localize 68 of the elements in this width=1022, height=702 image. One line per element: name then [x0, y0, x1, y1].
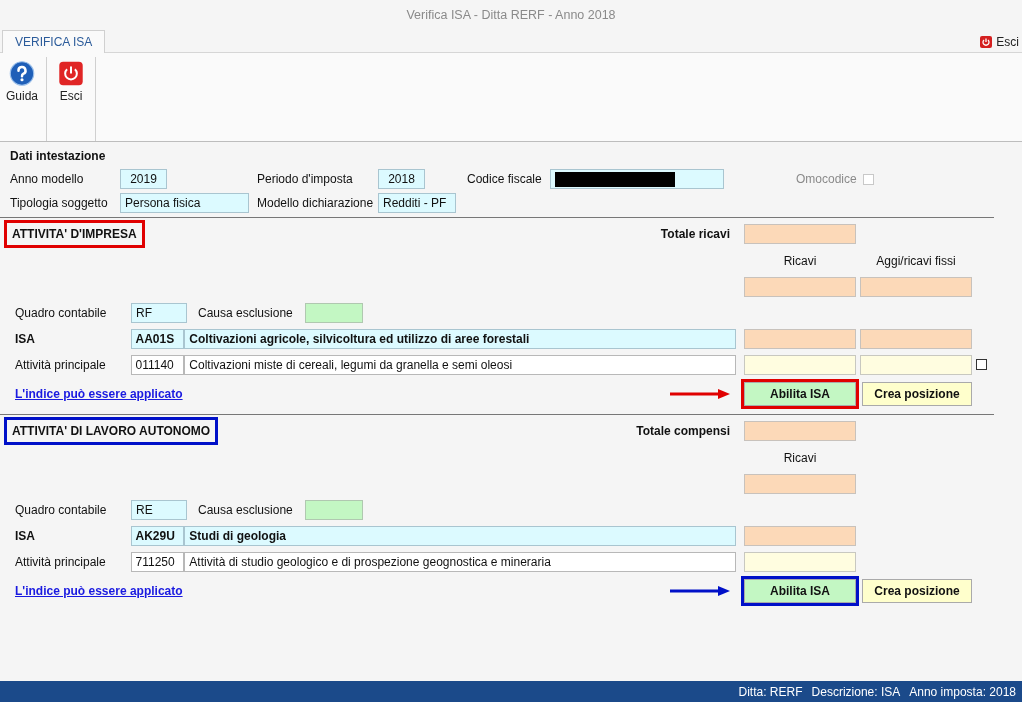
amount-field[interactable] [744, 276, 856, 297]
status-link[interactable]: L'indice può essere applicato [15, 583, 183, 598]
year-field[interactable]: 2018 [378, 169, 425, 190]
ribbon-tab[interactable]: VERIFICA ISA [2, 30, 106, 53]
exit-link[interactable]: Esci [977, 35, 1022, 49]
amount-field[interactable] [860, 328, 972, 349]
enable-button[interactable]: Abilita ISA [744, 381, 856, 406]
amount-field[interactable] [860, 354, 972, 375]
create-button[interactable]: Crea posizione [862, 578, 972, 603]
field-label: Quadro contabile [15, 502, 108, 517]
enable-button[interactable]: Abilita ISA [744, 578, 856, 603]
field-label: Quadro contabile [15, 305, 108, 320]
status-text: Anno imposta: 2018 [909, 684, 1016, 699]
column-header: Ricavi [782, 253, 818, 268]
field-label: Attività principale [15, 554, 107, 569]
window-title: Verifica ISA - Ditta RERF - Anno 2018 [406, 8, 616, 22]
status-link[interactable]: L'indice può essere applicato [15, 386, 183, 401]
field-label: Modello dichiarazione [257, 195, 375, 210]
amount-field[interactable] [860, 276, 972, 297]
exclusion-field[interactable] [304, 302, 363, 323]
code-field[interactable]: RF [131, 302, 187, 323]
pointer-arrow [670, 585, 730, 596]
section-title: ATTIVITA' D'IMPRESA [4, 219, 145, 248]
total-field[interactable] [744, 420, 856, 441]
code-field[interactable]: AA01S [130, 328, 185, 349]
checkbox-label: Omocodice [796, 172, 857, 187]
field-label: Tipologia soggetto [10, 195, 109, 210]
section-title: Dati intestazione [10, 149, 107, 163]
column-header: Ricavi [782, 450, 818, 465]
amount-field[interactable] [744, 551, 856, 572]
power-icon [980, 36, 993, 48]
year-field[interactable]: 2019 [120, 169, 167, 190]
code-field[interactable]: RE [131, 499, 187, 520]
description-field[interactable]: Studi di geologia [184, 525, 736, 546]
field-label: Causa esclusione [198, 502, 293, 517]
amount-field[interactable] [744, 525, 856, 546]
column-header: Aggi/ricavi fissi [875, 253, 957, 268]
field-label: Periodo d'imposta [257, 172, 354, 187]
exclusion-field[interactable] [304, 499, 363, 520]
field-label: Attività principale [15, 357, 107, 372]
checkbox[interactable] [976, 359, 987, 370]
description-field[interactable]: Coltivazioni agricole, silvicoltura ed utilizzo di aree forestali [184, 328, 736, 349]
status-text: Ditta: RERF [738, 684, 803, 699]
pointer-arrow [670, 388, 730, 399]
amount-field[interactable] [744, 328, 856, 349]
code-field[interactable]: 011140 [130, 354, 185, 375]
help-button[interactable]: Guida [4, 53, 41, 103]
status-text: Descrizione: ISA [811, 684, 901, 699]
exit-button[interactable]: Esci [53, 53, 90, 103]
field-label: Anno modello [10, 172, 85, 187]
text-field[interactable]: Persona fisica [120, 192, 249, 213]
description-field[interactable]: Coltivazioni miste di cereali, legumi da granella e semi oleosi [184, 354, 736, 375]
field-label: Codice fiscale [467, 172, 543, 187]
section-title: ATTIVITA' DI LAVORO AUTONOMO [4, 416, 219, 445]
code-field[interactable]: 711250 [130, 551, 185, 572]
create-button[interactable]: Crea posizione [862, 381, 972, 406]
text-field[interactable]: Redditi - PF [378, 192, 456, 213]
amount-field[interactable] [744, 354, 856, 375]
tax-code-field[interactable] [550, 169, 724, 189]
total-field[interactable] [744, 223, 856, 244]
description-field[interactable]: Attività di studio geologico e di prospezione geognostica e mineraria [184, 551, 736, 572]
total-label: Totale ricavi [660, 226, 730, 241]
field-label: ISA [15, 331, 36, 346]
amount-field[interactable] [744, 473, 856, 494]
field-label: Causa esclusione [198, 305, 293, 320]
total-label: Totale compensi [636, 423, 730, 438]
code-field[interactable]: AK29U [130, 525, 185, 546]
field-label: ISA [15, 528, 36, 543]
